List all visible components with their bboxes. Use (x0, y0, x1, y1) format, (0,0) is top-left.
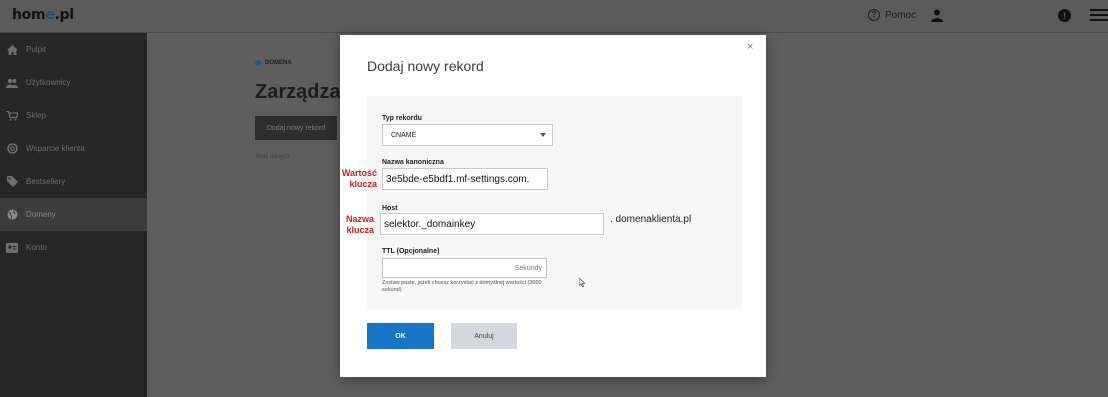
ttl-help-text: Zostaw puste, jeżeli chcesz korzystać z … (382, 280, 542, 293)
canonical-name-value: 3e5bde-e5bdf1.mf-settings.com. (386, 173, 530, 185)
chevron-down-icon (540, 133, 546, 137)
breadcrumb-dot-icon (255, 60, 261, 66)
sidebar-item-bestsellery[interactable]: Bestsellery (0, 165, 147, 198)
breadcrumb-label: DOMENA (265, 60, 292, 66)
annotation-key-value: Wartość klucza (333, 168, 377, 190)
users-icon (6, 77, 18, 89)
ttl-label: TTL (Opcjonalne) (382, 248, 440, 255)
add-record-dialog: Dodaj nowy rekord × Typ rekordu CNAME Na… (340, 35, 766, 377)
sidebar-item-sklep[interactable]: Sklep (0, 99, 147, 132)
sidebar-item-label: Wsparcie klienta (26, 144, 85, 153)
app-logo[interactable]: home.pl (12, 7, 74, 23)
sidebar-item-label: Domeny (26, 210, 56, 219)
logo-domain: .pl (54, 7, 74, 23)
close-icon[interactable]: × (747, 41, 753, 53)
help-label: Pomoc (885, 9, 917, 21)
record-type-value: CNAME (391, 131, 417, 139)
sidebar-item-domeny[interactable]: Domeny (0, 198, 147, 231)
annotation-line: klucza (346, 225, 374, 235)
sidebar-item-label: Sklep (26, 111, 47, 120)
host-domain-suffix: . domenaklienta.pl (610, 214, 692, 225)
sidebar-item-label: Bestsellery (26, 177, 66, 186)
record-type-label: Typ rekordu (382, 115, 422, 122)
ttl-unit: Sekundy (514, 264, 542, 272)
sidebar-item-label: Użytkownicy (26, 78, 71, 87)
annotation-line: klucza (349, 179, 377, 189)
tag-icon (6, 176, 18, 188)
logo-text: hom (12, 7, 46, 23)
sidebar-item-label: Konto (26, 243, 47, 252)
annotation-line: Nazwa (345, 214, 374, 224)
top-bar: home.pl ? Pomoc ! (0, 0, 1108, 33)
ok-button[interactable]: OK (367, 323, 434, 349)
sidebar-item-wsparcie-klienta[interactable]: Wsparcie klienta (0, 132, 147, 165)
empty-state-text: Brak danych (256, 154, 290, 160)
help-link[interactable]: ? Pomoc (868, 9, 916, 21)
mouse-cursor-icon (578, 274, 586, 292)
canonical-name-input[interactable]: 3e5bde-e5bdf1.mf-settings.com. (382, 168, 548, 190)
sidebar-item-konto[interactable]: Konto (0, 231, 147, 264)
canonical-name-label: Nazwa kanoniczna (382, 159, 444, 166)
home-icon (6, 44, 18, 56)
annotation-line: Wartość (341, 168, 377, 178)
annotation-key-name: Nazwa klucza (333, 214, 374, 236)
support-icon (6, 143, 18, 155)
hamburger-menu-icon[interactable] (1090, 9, 1108, 21)
sidebar: Pulpit Użytkownicy Sklep Wsparcie klient… (0, 33, 147, 397)
add-record-button[interactable]: Dodaj nowy rekord (255, 116, 337, 140)
host-label: Host (382, 205, 398, 212)
breadcrumb: DOMENA (255, 60, 292, 66)
sidebar-item-uzytkownicy[interactable]: Użytkownicy (0, 66, 147, 99)
alert-icon[interactable]: ! (1058, 9, 1071, 22)
ttl-input[interactable]: Sekundy (382, 258, 547, 278)
cancel-button[interactable]: Anuluj (451, 323, 517, 349)
dialog-title: Dodaj nowy rekord (367, 58, 484, 74)
host-input[interactable]: selektor._domainkey (380, 213, 604, 235)
sidebar-item-pulpit[interactable]: Pulpit (0, 33, 147, 66)
globe-icon (6, 209, 18, 221)
user-icon[interactable] (931, 9, 943, 27)
record-type-select[interactable]: CNAME (382, 124, 553, 146)
account-icon (6, 242, 18, 254)
record-form: Typ rekordu CNAME Nazwa kanoniczna 3e5bd… (367, 96, 742, 309)
host-value: selektor._domainkey (384, 218, 476, 230)
sidebar-item-label: Pulpit (26, 45, 47, 54)
cart-icon (6, 110, 18, 122)
help-icon: ? (868, 9, 880, 21)
